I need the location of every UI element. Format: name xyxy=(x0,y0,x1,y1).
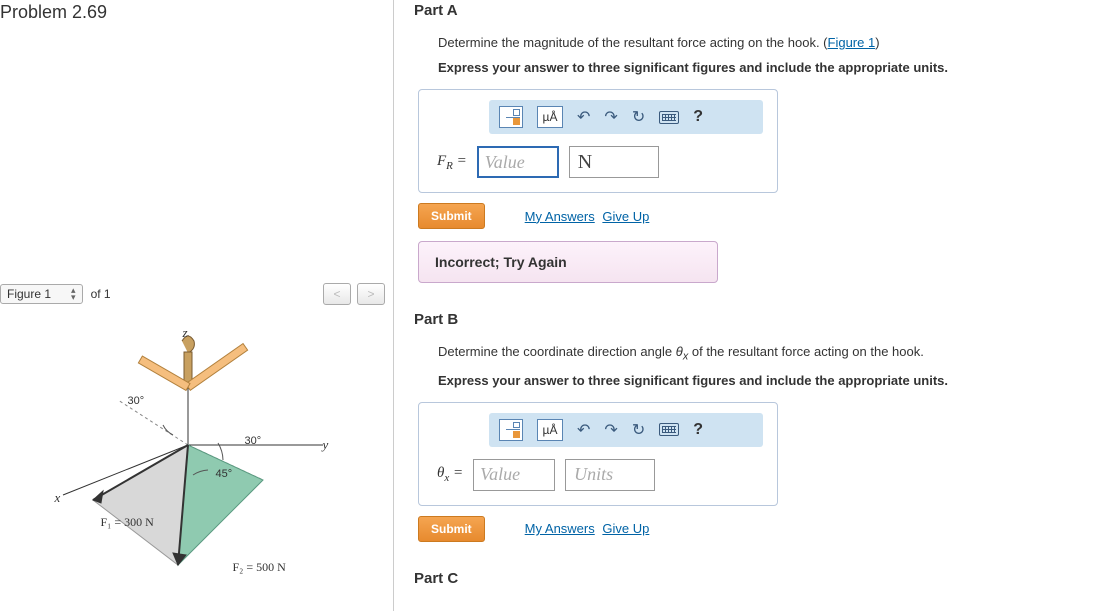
figure-of-label: of 1 xyxy=(91,287,111,301)
part-b-value-input[interactable]: Value xyxy=(473,459,555,491)
updown-icon: ▴▾ xyxy=(71,287,76,301)
problem-title: Problem 2.69 xyxy=(0,2,385,23)
figure-canvas: z x y 30° 30° 45° F₁ = 300 N F₂ = 500 N xyxy=(23,325,363,585)
part-b-my-answers-link[interactable]: My Answers xyxy=(525,521,595,536)
force-f2-label: F₂ = 500 N xyxy=(233,560,286,575)
units-icon[interactable]: µÅ xyxy=(537,106,563,128)
keyboard-icon[interactable] xyxy=(659,423,679,436)
part-a-submit-button[interactable]: Submit xyxy=(418,203,485,229)
axis-y-label: y xyxy=(323,437,329,453)
part-a-title: Part A xyxy=(414,2,1097,19)
part-a-value-input[interactable]: Value xyxy=(477,146,559,178)
part-a-my-answers-link[interactable]: My Answers xyxy=(525,209,595,224)
part-a-desc: Determine the magnitude of the resultant… xyxy=(438,35,1097,50)
part-a-toolbar: µÅ ↶ ↷ ↻ ? xyxy=(489,100,763,134)
help-icon[interactable]: ? xyxy=(693,108,703,126)
part-a-instr: Express your answer to three significant… xyxy=(438,60,1097,75)
part-b-toolbar: µÅ ↶ ↷ ↻ ? xyxy=(489,413,763,447)
part-a: Part A Determine the magnitude of the re… xyxy=(414,2,1097,283)
template-icon[interactable] xyxy=(499,106,523,128)
part-c: Part C xyxy=(414,570,1097,587)
part-b-submit-button[interactable]: Submit xyxy=(418,516,485,542)
part-b-answer-box: µÅ ↶ ↷ ↻ ? θx = Value Units xyxy=(418,402,778,506)
figure-selector-label: Figure 1 xyxy=(7,287,51,301)
axis-z-label: z xyxy=(183,325,188,341)
part-b-title: Part B xyxy=(414,311,1097,328)
part-c-title: Part C xyxy=(414,570,1097,587)
force-f1-label: F₁ = 300 N xyxy=(101,515,154,530)
reset-icon[interactable]: ↻ xyxy=(632,420,645,440)
keyboard-icon[interactable] xyxy=(659,111,679,124)
figure-next-button[interactable]: > xyxy=(357,283,385,305)
angle-45-label: 45° xyxy=(216,468,233,480)
help-icon[interactable]: ? xyxy=(693,421,703,439)
angle-30a-label: 30° xyxy=(128,395,145,407)
figure-prev-button[interactable]: < xyxy=(323,283,351,305)
figure-selector[interactable]: Figure 1 ▴▾ xyxy=(0,284,83,304)
redo-icon[interactable]: ↷ xyxy=(604,107,617,127)
part-a-answer-box: µÅ ↶ ↷ ↻ ? FR = Value N xyxy=(418,89,778,193)
angle-30b-label: 30° xyxy=(245,435,262,447)
figure-link[interactable]: Figure 1 xyxy=(828,35,876,50)
part-b: Part B Determine the coordinate directio… xyxy=(414,311,1097,542)
part-b-instr: Express your answer to three significant… xyxy=(438,373,1097,388)
undo-icon[interactable]: ↶ xyxy=(577,107,590,127)
part-b-give-up-link[interactable]: Give Up xyxy=(602,521,649,536)
template-icon[interactable] xyxy=(499,419,523,441)
part-a-feedback: Incorrect; Try Again xyxy=(418,241,718,283)
part-a-variable: FR = xyxy=(437,153,467,172)
part-b-unit-box[interactable]: Units xyxy=(565,459,655,491)
figure-controls: Figure 1 ▴▾ of 1 < > xyxy=(0,283,385,305)
reset-icon[interactable]: ↻ xyxy=(632,107,645,127)
part-a-give-up-link[interactable]: Give Up xyxy=(602,209,649,224)
part-b-desc: Determine the coordinate direction angle… xyxy=(438,344,1097,363)
part-b-variable: θx = xyxy=(437,465,463,484)
units-icon[interactable]: µÅ xyxy=(537,419,563,441)
axis-x-label: x xyxy=(55,490,61,506)
redo-icon[interactable]: ↷ xyxy=(604,420,617,440)
undo-icon[interactable]: ↶ xyxy=(577,420,590,440)
part-a-unit-box[interactable]: N xyxy=(569,146,659,178)
